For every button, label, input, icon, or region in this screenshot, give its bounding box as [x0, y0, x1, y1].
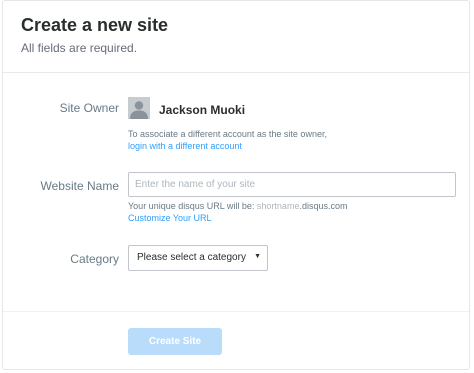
url-suffix: .disqus.com: [299, 201, 348, 211]
panel-footer: [3, 311, 469, 369]
owner-name: Jackson Muoki: [159, 103, 246, 117]
url-shortname: shortname: [256, 201, 300, 211]
category-selected-value: Please select a category: [137, 252, 246, 263]
url-prefix: Your unique disqus URL will be:: [128, 201, 257, 211]
url-preview: Your unique disqus URL will be: shortnam…: [128, 201, 347, 211]
site-owner-label: Site Owner: [59, 101, 119, 115]
website-name-input[interactable]: [128, 172, 456, 197]
user-avatar-icon: [128, 97, 150, 119]
caret-down-icon: ▼: [254, 253, 261, 260]
website-name-label: Website Name: [40, 179, 119, 193]
category-select[interactable]: Please select a category ▼: [128, 245, 268, 271]
panel-header: Create a new site All fields are require…: [3, 1, 469, 73]
page-title: Create a new site: [21, 15, 169, 35]
login-different-account-link[interactable]: login with a different account: [128, 141, 242, 151]
page-subtitle: All fields are required.: [21, 41, 138, 55]
customize-url-link[interactable]: Customize Your URL: [128, 213, 212, 223]
owner-help-text: To associate a different account as the …: [128, 129, 327, 139]
create-site-panel: Create a new site All fields are require…: [2, 0, 470, 370]
category-label: Category: [70, 252, 119, 266]
create-site-button[interactable]: Create Site: [128, 328, 222, 355]
